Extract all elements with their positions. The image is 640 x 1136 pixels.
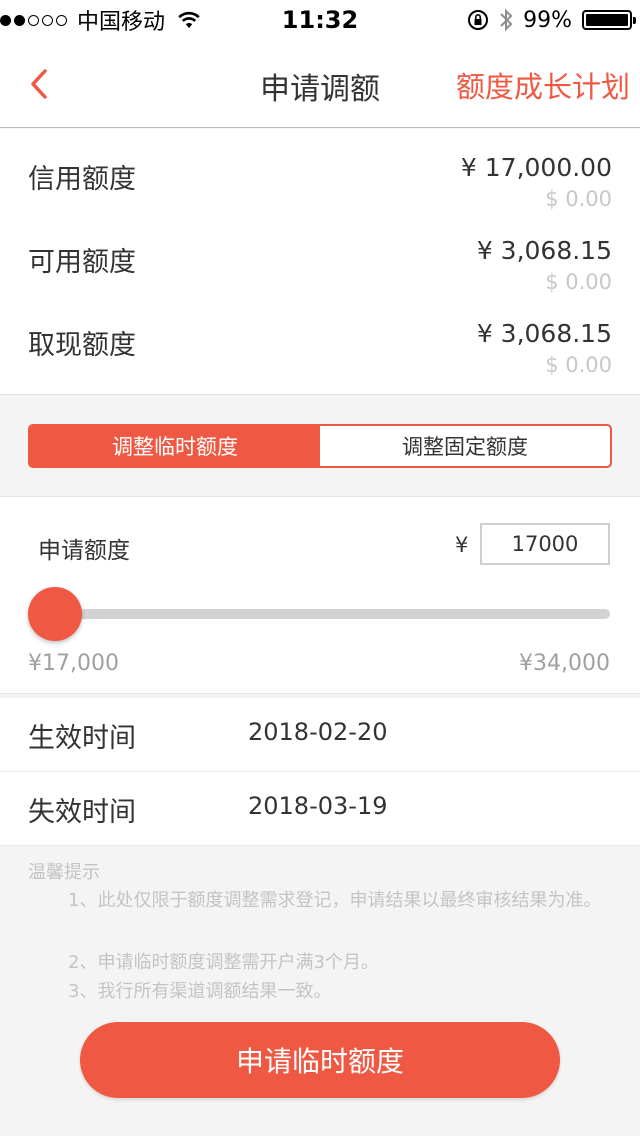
available-limit-row: 可用额度 ¥ 3,068.15 $ 0.00 [0, 222, 640, 302]
amount-slider-thumb[interactable] [28, 587, 82, 641]
date-label: 失效时间 [28, 797, 136, 828]
amount-input[interactable] [480, 523, 610, 565]
submit-button[interactable]: 申请临时额度 [80, 1022, 560, 1098]
credit-summary: 信用额度 ¥ 17,000.00 $ 0.00 可用额度 ¥ 3,068.15 … [0, 129, 640, 395]
nav-bar: 申请调额 额度成长计划 [0, 40, 640, 128]
rmb-amount: ¥ 17,000.00 [460, 153, 612, 182]
battery-icon [582, 10, 636, 30]
tip-item: 1、此处仅限于额度调整需求登记，申请结果以最终审核结果为准。 [68, 890, 602, 911]
tip-item: 3、我行所有渠道调额结果一致。 [68, 981, 332, 1002]
rotation-lock-icon [468, 10, 489, 30]
credit-limit-row: 信用额度 ¥ 17,000.00 $ 0.00 [0, 139, 640, 219]
status-right: 99% [467, 6, 636, 34]
amount-slider-track[interactable] [60, 609, 610, 619]
usd-amount: $ 0.00 [545, 187, 612, 211]
row-label: 取现额度 [28, 330, 136, 361]
adjust-type-tabs: 调整临时额度 调整固定额度 [28, 424, 612, 468]
tab-fixed-limit[interactable]: 调整固定额度 [320, 426, 610, 466]
row-label: 信用额度 [28, 164, 136, 195]
status-bar: 中国移动 11:32 99% [0, 0, 640, 40]
tips-title: 温馨提示 [28, 862, 100, 883]
currency-sign: ¥ [455, 533, 469, 557]
bluetooth-icon [500, 8, 513, 32]
tips-section: 温馨提示 1、此处仅限于额度调整需求登记，申请结果以最终审核结果为准。 2、申请… [0, 846, 640, 1010]
slider-max-label: ¥34,000 [519, 651, 610, 676]
rmb-amount: ¥ 3,068.15 [476, 236, 612, 265]
date-label: 生效时间 [28, 723, 136, 754]
tab-temporary-limit[interactable]: 调整临时额度 [30, 426, 320, 466]
row-label: 可用额度 [28, 247, 136, 278]
expiry-date-row: 失效时间 2018-03-19 [0, 772, 640, 846]
apply-amount-label: 申请额度 [38, 538, 130, 564]
battery-fill [586, 14, 628, 26]
date-value: 2018-03-19 [248, 792, 388, 820]
usd-amount: $ 0.00 [545, 270, 612, 294]
usd-amount: $ 0.00 [545, 353, 612, 377]
cash-limit-row: 取现额度 ¥ 3,068.15 $ 0.00 [0, 305, 640, 385]
credit-growth-plan-link[interactable]: 额度成长计划 [456, 64, 630, 106]
tip-item: 2、申请临时额度调整需开户满3个月。 [68, 952, 379, 973]
rmb-amount: ¥ 3,068.15 [476, 319, 612, 348]
effective-date-row: 生效时间 2018-02-20 [0, 698, 640, 772]
apply-amount-panel: 申请额度 ¥ ¥17,000 ¥34,000 [0, 496, 640, 694]
slider-min-label: ¥17,000 [28, 651, 119, 676]
date-value: 2018-02-20 [248, 718, 388, 746]
battery-percent: 99% [523, 7, 572, 33]
